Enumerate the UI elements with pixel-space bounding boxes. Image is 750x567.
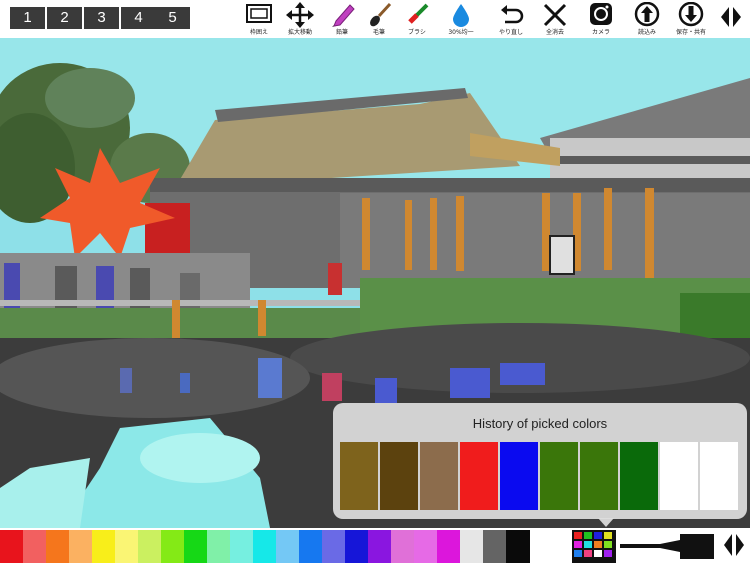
move-arrows-icon [286, 2, 314, 28]
marker-icon [408, 3, 429, 24]
history-color-swatch[interactable] [540, 442, 578, 510]
opacity-tool-label: 30%均一 [448, 29, 474, 36]
save-share-tool-button[interactable]: 保存・共有 [670, 2, 712, 38]
color-history-title: History of picked colors [472, 416, 608, 431]
history-color-swatch[interactable] [420, 442, 458, 510]
history-color-swatch[interactable] [340, 442, 378, 510]
palette-color-swatch[interactable] [207, 530, 230, 563]
close-x-icon [543, 3, 567, 27]
palette-color-swatch[interactable] [0, 530, 23, 563]
palette-color-swatch[interactable] [414, 530, 437, 563]
palette-color-swatch[interactable] [161, 530, 184, 563]
palette-color-swatch[interactable] [276, 530, 299, 563]
palette-toggle-button[interactable] [720, 528, 748, 563]
page-tab-5[interactable]: 5 [155, 7, 190, 29]
clear-all-tool-button[interactable]: 全消去 [534, 2, 576, 38]
page-tab-2[interactable]: 2 [47, 7, 82, 29]
color-grid-button[interactable] [572, 530, 616, 563]
load-tool-button[interactable]: 読込み [626, 2, 668, 38]
palette-color-swatch[interactable] [115, 530, 138, 563]
palette-color-swatch[interactable] [437, 530, 460, 563]
opacity-tool-button[interactable]: 30%均一 [440, 2, 482, 38]
water-drop-icon [453, 4, 469, 27]
left-right-arrows-icon [721, 7, 741, 27]
palette-color-swatch[interactable] [506, 530, 530, 563]
history-color-swatch[interactable] [660, 442, 698, 510]
history-color-swatch[interactable] [380, 442, 418, 510]
camera-tool-button[interactable]: カメラ [580, 2, 622, 38]
page-tab-3[interactable]: 3 [84, 7, 119, 29]
history-color-swatch[interactable] [620, 442, 658, 510]
down-arrow-circle-icon [678, 2, 704, 27]
palette-color-swatch[interactable] [184, 530, 207, 563]
history-color-swatch[interactable] [460, 442, 498, 510]
palette-color-swatch[interactable] [483, 530, 506, 563]
color-history-panel: History of picked colors [333, 403, 747, 519]
camera-icon [590, 3, 612, 25]
brush-size-icon [620, 534, 714, 559]
marker-tool-button[interactable]: ブラシ [396, 2, 438, 38]
color-grid-icon [572, 530, 616, 563]
palette-color-swatch[interactable] [322, 530, 345, 563]
expand-arrows-icon [724, 534, 744, 556]
history-color-swatch[interactable] [580, 442, 618, 510]
palette-color-swatch[interactable] [69, 530, 92, 563]
page-tab-4[interactable]: 4 [121, 7, 156, 29]
save-share-tool-label: 保存・共有 [675, 29, 706, 36]
palette-color-swatch[interactable] [46, 530, 69, 563]
up-arrow-circle-icon [634, 2, 660, 27]
palette-color-swatch[interactable] [23, 530, 46, 563]
panel-pointer [598, 518, 614, 527]
palette-color-swatch[interactable] [92, 530, 115, 563]
palette-color-swatch[interactable] [345, 530, 368, 563]
history-color-swatch[interactable] [700, 442, 738, 510]
toolbar-toggle-button[interactable] [716, 2, 746, 38]
paintbrush-icon [370, 2, 392, 27]
history-color-swatch[interactable] [500, 442, 538, 510]
palette-color-swatch[interactable] [368, 530, 391, 563]
brush-size-button[interactable] [620, 530, 716, 563]
undo-icon [501, 5, 524, 24]
palette-color-swatch[interactable] [253, 530, 276, 563]
top-toolbar: 1 2 3 4 5 枠囲え 拡大移動 鉛筆 毛筆 ブラシ 30%均一 やり直し … [0, 0, 750, 38]
page-tab-1[interactable]: 1 [10, 7, 45, 29]
undo-tool-button[interactable]: やり直し [490, 2, 532, 38]
frame-icon [246, 4, 272, 23]
palette-color-swatch[interactable] [299, 530, 322, 563]
palette-color-swatch[interactable] [391, 530, 414, 563]
palette-color-swatch[interactable] [138, 530, 161, 563]
color-palette [0, 528, 750, 563]
palette-color-swatch[interactable] [460, 530, 483, 563]
pencil-icon [332, 4, 355, 27]
palette-color-swatch[interactable] [230, 530, 253, 563]
